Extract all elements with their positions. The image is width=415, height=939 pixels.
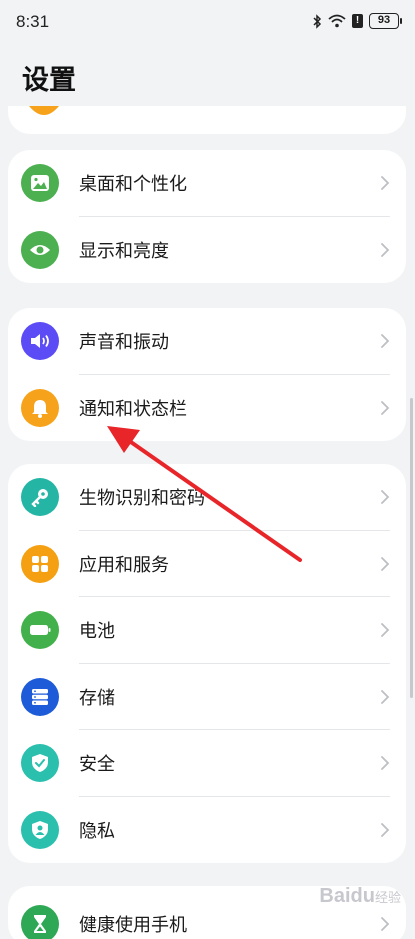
- settings-item-storage[interactable]: 存储: [8, 664, 406, 730]
- settings-item-label: 显示和亮度: [79, 240, 169, 262]
- alert-icon: !: [352, 14, 363, 28]
- shield-icon: [21, 744, 59, 783]
- chevron-right-icon: [381, 556, 390, 571]
- key-icon: [21, 478, 59, 517]
- settings-item-label: 应用和服务: [79, 554, 169, 576]
- status-time: 8:31: [16, 12, 50, 31]
- chevron-right-icon: [381, 917, 390, 932]
- partial-item-icon: [29, 106, 59, 115]
- settings-item-security[interactable]: 安全: [8, 730, 406, 797]
- speaker-icon: [21, 322, 59, 361]
- privacy-icon: [21, 810, 59, 849]
- storage-icon: [21, 677, 59, 716]
- battery-indicator: 93: [369, 13, 402, 29]
- settings-item-notifications[interactable]: 通知和状态栏: [8, 375, 406, 442]
- status-bar: 8:31 ! 93: [0, 0, 415, 46]
- watermark-brand: Baidu: [319, 885, 375, 907]
- eye-icon: [21, 230, 59, 269]
- apps-icon: [21, 544, 59, 583]
- watermark: Baidu经验: [319, 885, 401, 908]
- bluetooth-icon: [313, 13, 322, 29]
- settings-item-privacy[interactable]: 隐私: [8, 797, 406, 864]
- settings-item-label: 生物识别和密码: [79, 488, 205, 510]
- chevron-right-icon: [381, 176, 390, 191]
- settings-item-label: 存储: [79, 687, 115, 709]
- chevron-right-icon: [381, 756, 390, 771]
- settings-item-label: 桌面和个性化: [79, 174, 187, 196]
- settings-item-desktop[interactable]: 桌面和个性化: [8, 150, 406, 217]
- scrollbar[interactable]: [410, 398, 413, 698]
- settings-group-partial: [8, 106, 406, 134]
- settings-item-apps[interactable]: 应用和服务: [8, 531, 406, 597]
- hourglass-icon: [21, 905, 59, 939]
- chevron-right-icon: [381, 242, 390, 257]
- page-title: 设置: [22, 65, 76, 96]
- settings-item-sound[interactable]: 声音和振动: [8, 308, 406, 375]
- chevron-right-icon: [381, 689, 390, 704]
- settings-group-sound: 声音和振动 通知和状态栏: [8, 308, 406, 441]
- settings-item-label: 声音和振动: [79, 332, 169, 354]
- chevron-right-icon: [381, 623, 390, 638]
- settings-item-label: 通知和状态栏: [79, 398, 187, 420]
- chevron-right-icon: [381, 822, 390, 837]
- settings-item-biometrics[interactable]: 生物识别和密码: [8, 464, 406, 531]
- battery-icon: [21, 611, 59, 650]
- chevron-right-icon: [381, 490, 390, 505]
- settings-group-system: 生物识别和密码 应用和服务 电池 存储 安全 隐私: [8, 464, 406, 863]
- wifi-icon: [328, 14, 346, 28]
- chevron-right-icon: [381, 334, 390, 349]
- status-icons: ! 93: [312, 13, 402, 29]
- settings-item-display[interactable]: 显示和亮度: [8, 217, 406, 284]
- bell-icon: [21, 388, 59, 427]
- settings-item-label: 安全: [79, 754, 115, 776]
- settings-item-battery[interactable]: 电池: [8, 597, 406, 664]
- settings-group-display: 桌面和个性化 显示和亮度: [8, 150, 406, 283]
- watermark-sub: 经验: [374, 890, 401, 905]
- settings-item-label: 电池: [79, 621, 115, 643]
- settings-item-label: 隐私: [79, 820, 115, 842]
- chevron-right-icon: [381, 400, 390, 415]
- image-icon: [21, 164, 59, 203]
- settings-item-label: 健康使用手机: [79, 915, 187, 937]
